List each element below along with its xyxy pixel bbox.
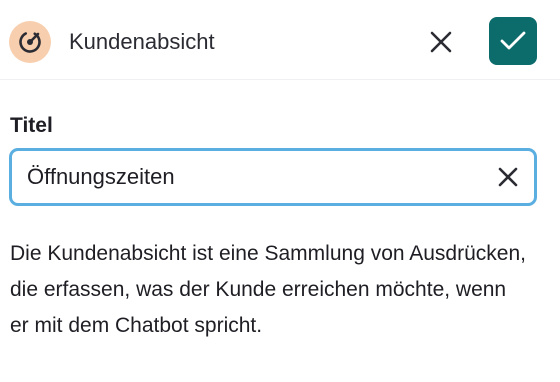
close-button[interactable]: [425, 26, 457, 58]
target-icon: [9, 21, 51, 63]
dialog-header: Kundenabsicht: [0, 0, 560, 80]
confirm-button[interactable]: [489, 17, 537, 65]
title-input[interactable]: [27, 151, 487, 203]
clear-input-button[interactable]: [494, 163, 522, 191]
close-icon: [430, 31, 452, 53]
title-label: Titel: [10, 114, 53, 137]
title-input-wrapper: [9, 148, 537, 206]
checkmark-icon: [500, 31, 526, 50]
dialog-title: Kundenabsicht: [69, 29, 215, 54]
clear-icon: [498, 167, 518, 187]
intent-description: Die Kundenabsicht ist eine Sammlung von …: [10, 242, 526, 337]
